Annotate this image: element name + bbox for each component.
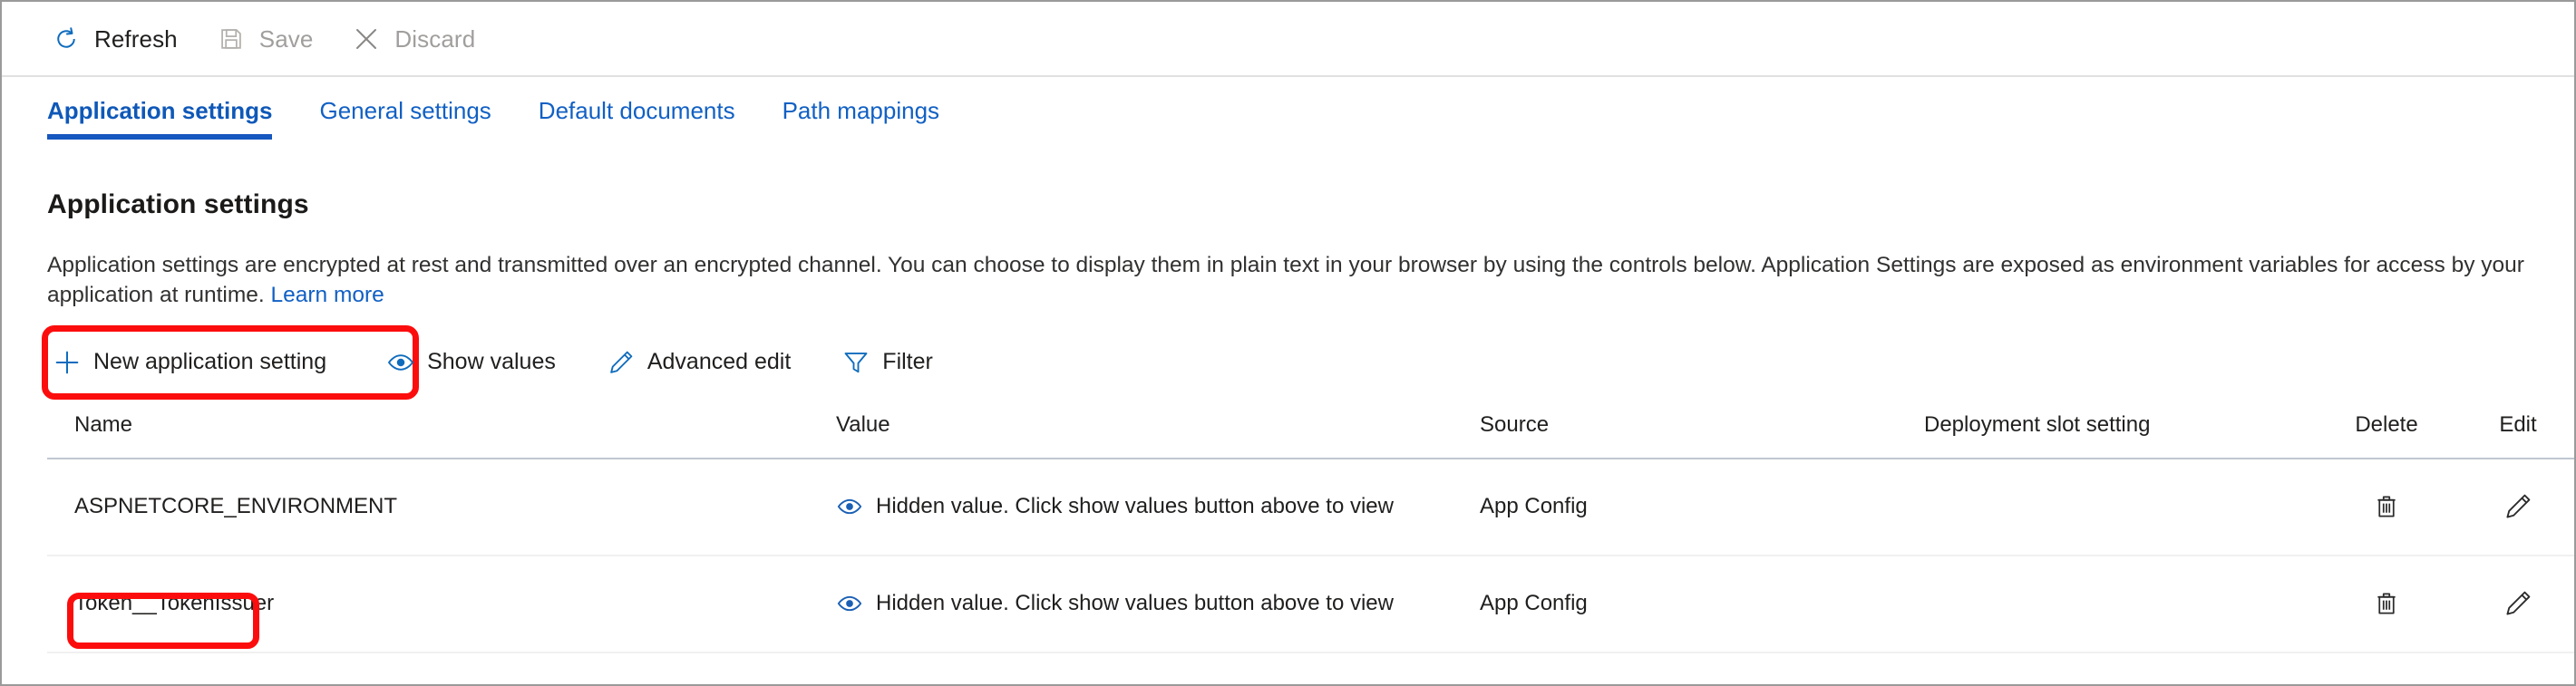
top-command-bar: Refresh Save Discard — [2, 2, 2574, 77]
discard-button[interactable]: Discard — [336, 13, 490, 65]
save-button[interactable]: Save — [201, 13, 328, 65]
tab-application-settings-label: Application settings — [47, 97, 272, 124]
setting-source: App Config — [1480, 556, 1924, 652]
new-application-setting-button[interactable]: New application setting — [40, 338, 339, 387]
table-row[interactable]: Token__TokenIssuer Hidden value. Click s… — [47, 556, 2576, 652]
plus-icon — [53, 348, 82, 377]
trash-icon[interactable] — [2367, 584, 2406, 623]
eye-icon — [836, 590, 863, 617]
tab-path-mappings[interactable]: Path mappings — [783, 77, 939, 125]
discard-icon — [351, 24, 382, 54]
advanced-edit-button[interactable]: Advanced edit — [594, 338, 803, 387]
setting-value-text: Hidden value. Click show values button a… — [876, 591, 1394, 616]
table-header-row: Name Value Source Deployment slot settin… — [47, 412, 2576, 459]
learn-more-link[interactable]: Learn more — [271, 283, 384, 307]
setting-value-text: Hidden value. Click show values button a… — [876, 494, 1394, 519]
pencil-icon[interactable] — [2498, 487, 2538, 527]
table-command-bar: New application setting Show values — [40, 338, 2529, 387]
edit-cell — [2445, 459, 2576, 556]
tab-application-settings[interactable]: Application settings — [47, 77, 272, 125]
refresh-icon — [51, 24, 82, 54]
filter-button[interactable]: Filter — [829, 338, 946, 387]
refresh-button[interactable]: Refresh — [36, 13, 192, 65]
column-header-delete: Delete — [2328, 412, 2445, 459]
tab-general-settings-label: General settings — [319, 97, 491, 124]
setting-name: Token__TokenIssuer — [47, 556, 836, 652]
setting-deployment-slot — [1924, 459, 2328, 556]
tab-default-documents-label: Default documents — [539, 97, 735, 124]
show-values-label: Show values — [427, 349, 556, 375]
column-header-deployment-slot-setting[interactable]: Deployment slot setting — [1924, 412, 2328, 459]
eye-icon — [836, 493, 863, 520]
edit-cell — [2445, 556, 2576, 652]
tab-path-mappings-label: Path mappings — [783, 97, 939, 124]
page-title: Application settings — [47, 189, 2529, 220]
page-description-text: Application settings are encrypted at re… — [47, 253, 2524, 307]
pencil-icon — [607, 348, 636, 377]
table-row[interactable]: ASPNETCORE_ENVIRONMENT Hidden value. Cli… — [47, 459, 2576, 556]
new-application-setting-label: New application setting — [93, 349, 326, 375]
trash-icon[interactable] — [2367, 487, 2406, 527]
save-label: Save — [259, 27, 314, 51]
pencil-icon[interactable] — [2498, 584, 2538, 623]
column-header-edit: Edit — [2445, 412, 2576, 459]
tab-default-documents[interactable]: Default documents — [539, 77, 735, 125]
show-values-button[interactable]: Show values — [374, 338, 569, 387]
main-content: Application settings Application setting… — [2, 189, 2574, 653]
delete-cell — [2328, 556, 2445, 652]
setting-name: ASPNETCORE_ENVIRONMENT — [47, 459, 836, 556]
discard-label: Discard — [394, 27, 475, 51]
column-header-value[interactable]: Value — [836, 412, 1480, 459]
column-header-source[interactable]: Source — [1480, 412, 1924, 459]
funnel-icon — [841, 348, 870, 377]
advanced-edit-label: Advanced edit — [647, 349, 791, 375]
delete-cell — [2328, 459, 2445, 556]
page-description: Application settings are encrypted at re… — [47, 251, 2529, 311]
filter-label: Filter — [882, 349, 933, 375]
column-header-name[interactable]: Name — [47, 412, 836, 459]
setting-source: App Config — [1480, 459, 1924, 556]
eye-icon — [386, 348, 415, 377]
setting-value-cell: Hidden value. Click show values button a… — [836, 556, 1480, 652]
tab-general-settings[interactable]: General settings — [319, 77, 491, 125]
app-settings-panel: Refresh Save Discard — [0, 0, 2576, 686]
setting-deployment-slot — [1924, 556, 2328, 652]
tab-bar: Application settings General settings De… — [2, 77, 2574, 155]
setting-value-cell: Hidden value. Click show values button a… — [836, 459, 1480, 556]
application-settings-table: Name Value Source Deployment slot settin… — [47, 412, 2576, 653]
refresh-label: Refresh — [94, 27, 178, 51]
save-icon — [216, 24, 247, 54]
